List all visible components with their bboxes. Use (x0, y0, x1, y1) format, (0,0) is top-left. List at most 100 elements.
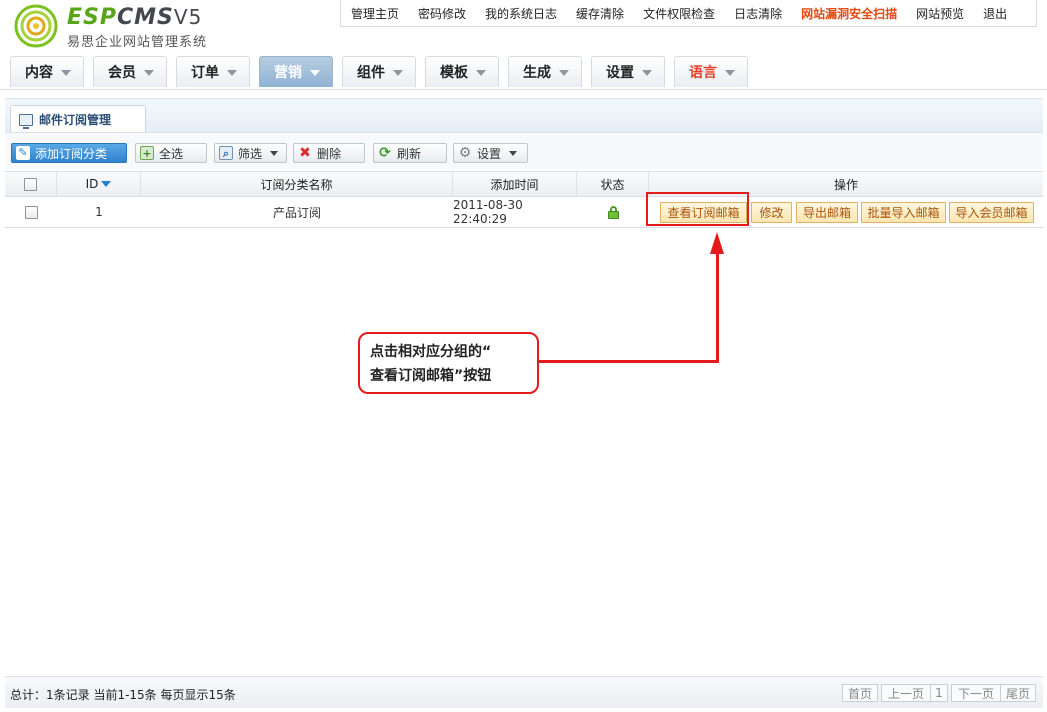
batch-import-emails-button[interactable]: 批量导入邮箱 (861, 202, 946, 223)
unlock-icon[interactable] (607, 205, 619, 219)
footer-pagination-bar: 总计：1条记录 当前1-15条 每页显示15条 首页 上一页 1 下一页 尾页 (5, 676, 1043, 708)
table-row: 1 产品订阅 2011-08-30 22:40:29 查看订阅邮箱 修改 导出邮… (5, 197, 1043, 228)
button-label: 刷新 (397, 146, 422, 161)
button-label: 设置 (477, 146, 502, 161)
link-security-scan[interactable]: 网站漏洞安全扫描 (801, 5, 897, 22)
link-clear-log[interactable]: 日志清除 (734, 5, 782, 22)
callout-line-1: 点击相对应分组的“ (370, 344, 492, 360)
last-page-button[interactable]: 尾页 (1000, 684, 1036, 702)
nav-components[interactable]: 组件 (342, 56, 416, 87)
refresh-icon: ⟳ (379, 145, 391, 161)
chevron-down-icon (725, 70, 735, 76)
row-status (577, 197, 649, 227)
nav-label: 模板 (440, 65, 468, 81)
chevron-down-icon (642, 70, 652, 76)
record-summary: 总计：1条记录 当前1-15条 每页显示15条 (10, 688, 236, 702)
chevron-down-icon (310, 70, 320, 76)
chevron-down-icon (61, 70, 71, 76)
top-links-bar: 管理主页 密码修改 我的系统日志 缓存清除 文件权限检查 日志清除 网站漏洞安全… (340, 0, 1037, 27)
annotation-callout: 点击相对应分组的“ 查看订阅邮箱”按钮 (358, 332, 539, 394)
highlight-box (646, 192, 749, 226)
add-icon: ✎ (16, 146, 30, 160)
nav-label: 设置 (606, 65, 634, 81)
nav-label: 语言 (689, 65, 717, 81)
header-status: 状态 (577, 172, 649, 196)
link-change-password[interactable]: 密码修改 (418, 5, 466, 22)
monitor-icon (19, 113, 33, 129)
nav-settings[interactable]: 设置 (591, 56, 665, 87)
nav-generate[interactable]: 生成 (508, 56, 582, 87)
edit-button[interactable]: 修改 (751, 202, 792, 223)
nav-label: 组件 (357, 65, 385, 81)
tab-title: 邮件订阅管理 (39, 113, 112, 127)
nav-label: 订单 (191, 65, 219, 81)
refresh-button[interactable]: ⟳ 刷新 (373, 143, 447, 163)
button-label: 添加订阅分类 (35, 146, 108, 161)
nav-orders[interactable]: 订单 (176, 56, 250, 87)
prev-page-button[interactable]: 上一页 (881, 684, 931, 702)
button-label: 全选 (159, 146, 184, 161)
delete-button[interactable]: ✖ 删除 (293, 143, 365, 163)
link-site-preview[interactable]: 网站预览 (916, 5, 964, 22)
logo-text: ESPCMSV5 易思企业网站管理系统 (67, 5, 207, 50)
annotation-line-vertical (716, 250, 719, 362)
table-header: ID 订阅分类名称 添加时间 状态 操作 (5, 171, 1043, 197)
chevron-down-icon (509, 150, 518, 156)
header-time: 添加时间 (453, 172, 577, 196)
search-icon: ⌕ (219, 146, 233, 160)
page-number[interactable]: 1 (930, 684, 948, 702)
header-checkbox-cell (5, 172, 57, 196)
row-id: 1 (95, 205, 103, 219)
espcms-logo-icon (14, 4, 58, 48)
select-all-icon: + (140, 146, 154, 160)
toolbar: ✎ 添加订阅分类 + 全选 ⌕ 筛选 ✖ 删除 ⟳ 刷新 ⚙ 设置 (5, 132, 1043, 170)
link-admin-home[interactable]: 管理主页 (351, 5, 399, 22)
nav-label: 生成 (523, 65, 551, 81)
nav-marketing[interactable]: 营销 (259, 56, 333, 87)
chevron-down-icon (393, 70, 403, 76)
nav-language[interactable]: 语言 (674, 56, 748, 87)
link-file-permission-check[interactable]: 文件权限检查 (643, 5, 715, 22)
chevron-down-icon (559, 70, 569, 76)
header-name: 订阅分类名称 (141, 172, 453, 196)
header-id[interactable]: ID (57, 172, 141, 196)
nav-label: 内容 (25, 65, 53, 81)
nav-content[interactable]: 内容 (10, 56, 84, 87)
annotation-line-horizontal (537, 360, 719, 363)
gear-icon: ⚙ (458, 145, 472, 161)
row-checkbox[interactable] (24, 205, 38, 219)
link-my-system-log[interactable]: 我的系统日志 (485, 5, 557, 22)
chevron-down-icon (144, 70, 154, 76)
select-all-checkbox[interactable] (24, 177, 37, 191)
settings-button[interactable]: ⚙ 设置 (453, 143, 528, 163)
callout-line-2: 查看订阅邮箱”按钮 (370, 368, 492, 384)
delete-icon: ✖ (299, 145, 311, 161)
button-label: 删除 (317, 146, 342, 161)
panel-header: 邮件订阅管理 (5, 98, 1043, 133)
logo-subtitle: 易思企业网站管理系统 (67, 35, 208, 50)
nav-label: 营销 (274, 65, 302, 81)
import-member-emails-button[interactable]: 导入会员邮箱 (949, 202, 1034, 223)
first-page-button[interactable]: 首页 (842, 684, 878, 702)
link-clear-cache[interactable]: 缓存清除 (576, 5, 624, 22)
next-page-button[interactable]: 下一页 (951, 684, 1001, 702)
row-name: 产品订阅 (272, 205, 321, 220)
link-logout[interactable]: 退出 (983, 5, 1007, 22)
nav-members[interactable]: 会员 (93, 56, 167, 87)
sort-desc-icon (101, 181, 112, 187)
subscription-table: ID 订阅分类名称 添加时间 状态 操作 1 产品订阅 2011-08-30 2… (5, 171, 1043, 228)
nav-label: 会员 (108, 65, 136, 81)
header-id-label: ID (85, 177, 99, 191)
select-all-button[interactable]: + 全选 (135, 143, 207, 163)
tab-mail-subscription[interactable]: 邮件订阅管理 (10, 105, 146, 133)
filter-button[interactable]: ⌕ 筛选 (214, 143, 287, 163)
add-subscription-category-button[interactable]: ✎ 添加订阅分类 (11, 143, 127, 163)
export-emails-button[interactable]: 导出邮箱 (796, 202, 858, 223)
chevron-down-icon (270, 150, 279, 156)
button-label: 筛选 (238, 146, 263, 161)
row-checkbox-cell (5, 197, 57, 227)
nav-templates[interactable]: 模板 (425, 56, 499, 87)
logo-wordmark: ESPCMSV5 (67, 5, 203, 30)
row-time: 2011-08-30 22:40:29 (453, 198, 523, 226)
chevron-down-icon (476, 70, 486, 76)
